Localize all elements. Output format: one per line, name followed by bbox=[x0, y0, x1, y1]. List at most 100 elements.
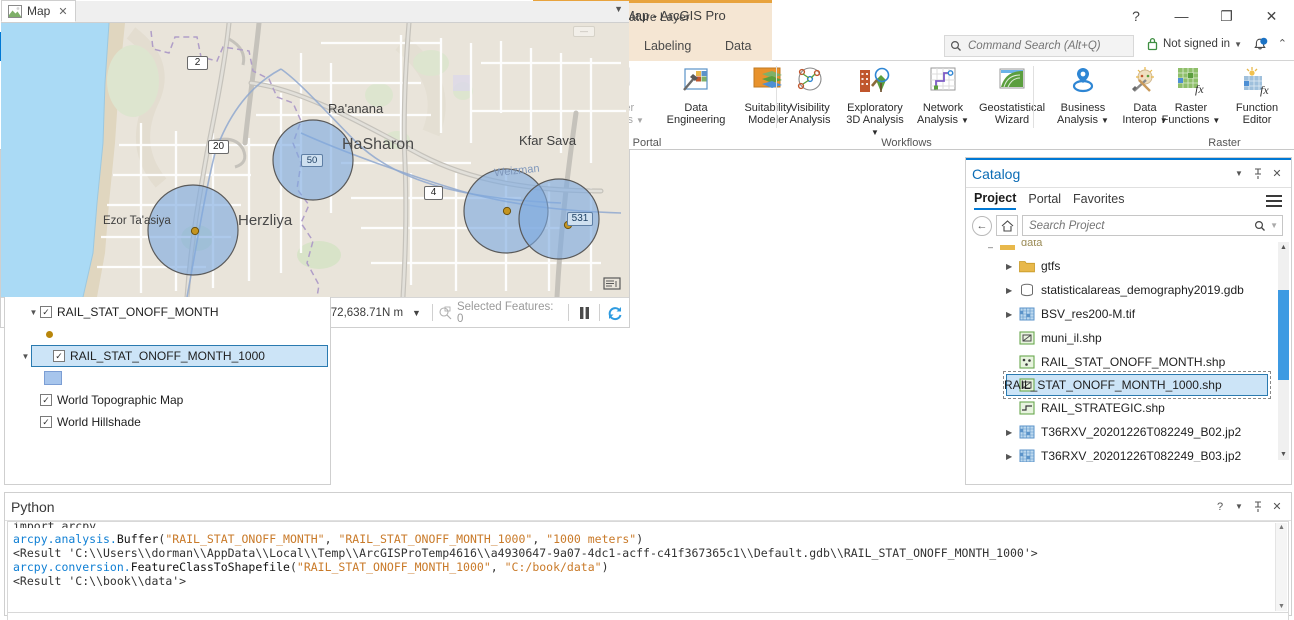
catalog-item-gtfs[interactable]: ▶ gtfs bbox=[966, 254, 1291, 278]
map-view-tab[interactable]: Map ✕ bbox=[1, 0, 76, 22]
catalog-item-label: data bbox=[1021, 240, 1042, 249]
python-scrollbar[interactable]: ▲ ▼ bbox=[1275, 523, 1287, 611]
collapse-ribbon-icon[interactable]: ⌃ bbox=[1278, 37, 1287, 50]
visibility-analysis-button[interactable]: VisibilityAnalysis bbox=[781, 63, 839, 126]
catalog-menu-icon[interactable]: ▼ bbox=[1231, 165, 1247, 183]
tab-catalog-favorites[interactable]: Favorites bbox=[1073, 192, 1124, 209]
catalog-search-dropdown-icon[interactable]: ▼ bbox=[1270, 221, 1278, 230]
expander-icon[interactable]: ▼ bbox=[19, 352, 32, 361]
layer-visibility-checkbox[interactable]: ✓ bbox=[40, 306, 52, 318]
command-search[interactable] bbox=[944, 35, 1134, 57]
scroll-up-icon[interactable]: ▲ bbox=[1278, 524, 1285, 531]
tabbar-dropdown-icon[interactable]: ▼ bbox=[614, 4, 623, 14]
raster-icon bbox=[1019, 425, 1035, 439]
python-menu-icon[interactable]: ▼ bbox=[1231, 498, 1247, 516]
catalog-pin-icon[interactable] bbox=[1250, 165, 1266, 183]
account-status-label: Not signed in bbox=[1163, 38, 1230, 50]
account-dropdown-icon[interactable]: ▼ bbox=[1234, 40, 1242, 49]
expander-icon[interactable]: ▶ bbox=[1006, 286, 1019, 295]
catalog-item-label: muni_il.shp bbox=[1041, 331, 1102, 345]
catalog-scroll-thumb[interactable] bbox=[1278, 290, 1289, 380]
map-icon bbox=[8, 5, 22, 18]
expander-icon[interactable]: ▶ bbox=[1006, 310, 1019, 319]
catalog-search-box[interactable]: ▼ bbox=[1022, 215, 1283, 236]
tree-item-world-topographic-map[interactable]: ✓ World Topographic Map bbox=[5, 389, 330, 411]
python-pane-title: Python bbox=[11, 499, 1209, 515]
visibility-analysis-icon bbox=[781, 63, 839, 99]
data-engineering-button[interactable]: DataEngineering bbox=[659, 63, 733, 126]
python-pin-icon[interactable] bbox=[1250, 498, 1266, 516]
catalog-item-t36rxv-b03[interactable]: ▶ T36RXV_20201226T082249_B03.jp2 bbox=[966, 444, 1291, 462]
python-help-icon[interactable]: ? bbox=[1212, 498, 1228, 516]
tab-catalog-project[interactable]: Project bbox=[974, 191, 1016, 210]
python-close-icon[interactable]: ✕ bbox=[1269, 498, 1285, 516]
layer-visibility-checkbox[interactable]: ✓ bbox=[40, 394, 52, 406]
close-icon[interactable]: ✕ bbox=[58, 5, 67, 18]
map-view: Map ✕ ▼ bbox=[0, 0, 630, 328]
catalog-back-icon[interactable]: ← bbox=[972, 216, 992, 236]
tab-labeling[interactable]: Labeling bbox=[631, 32, 704, 61]
catalog-pane: Catalog ▼ ✕ Project Portal Favorites ← bbox=[965, 157, 1292, 485]
visibility-analysis-label: VisibilityAnalysis bbox=[781, 102, 839, 126]
catalog-close-icon[interactable]: ✕ bbox=[1269, 165, 1285, 183]
pause-drawing-icon[interactable] bbox=[574, 303, 594, 323]
tree-item-world-hillshade[interactable]: ✓ World Hillshade bbox=[5, 411, 330, 433]
catalog-options-icon[interactable] bbox=[1265, 194, 1283, 208]
tree-item-rail-stat-onoff-month[interactable]: ▼ ✓ RAIL_STAT_ONOFF_MONTH bbox=[5, 301, 330, 323]
function-editor-button[interactable]: fx FunctionEditor bbox=[1225, 63, 1289, 126]
raster-icon bbox=[1019, 449, 1035, 462]
catalog-item-muni-il[interactable]: muni_il.shp bbox=[966, 326, 1291, 350]
catalog-home-icon[interactable] bbox=[996, 215, 1018, 236]
catalog-item-data[interactable]: – data bbox=[966, 240, 1291, 254]
python-pane-header: Python ? ▼ ✕ bbox=[5, 493, 1291, 521]
tab-catalog-portal[interactable]: Portal bbox=[1028, 192, 1061, 209]
scroll-down-icon[interactable]: ▼ bbox=[1278, 603, 1285, 610]
expander-icon[interactable]: ▶ bbox=[1006, 452, 1019, 461]
network-analysis-button[interactable]: NetworkAnalysis ▼ bbox=[912, 63, 974, 127]
tree-item-rail-stat-onoff-month-1000[interactable]: ▼ ✓ RAIL_STAT_ONOFF_MONTH_1000 bbox=[31, 345, 328, 367]
expander-icon[interactable]: ▶ bbox=[1006, 428, 1019, 437]
catalog-search-row: ← ▼ bbox=[966, 210, 1291, 240]
close-button[interactable]: ✕ bbox=[1249, 0, 1294, 32]
catalog-search-input[interactable] bbox=[1027, 219, 1254, 233]
expander-icon[interactable]: ▼ bbox=[27, 308, 40, 317]
raster-functions-button[interactable]: fx RasterFunctions ▼ bbox=[1159, 63, 1223, 127]
python-input-prompt[interactable] bbox=[7, 613, 1289, 620]
catalog-item-rail-stat-onoff-month-shp[interactable]: RAIL_STAT_ONOFF_MONTH.shp bbox=[966, 350, 1291, 374]
catalog-tree[interactable]: – data ▶ gtfs ▶ statisticalareas_demogra… bbox=[966, 240, 1291, 462]
exploratory-3d-analysis-button[interactable]: Exploratory3D Analysis ▼ bbox=[840, 63, 910, 139]
expander-icon[interactable]: – bbox=[988, 242, 1000, 252]
catalog-item-rail-stat-onoff-month-1000-shp[interactable]: RAIL_STAT_ONOFF_MONTH_1000.shp bbox=[1006, 374, 1268, 396]
layer-visibility-checkbox[interactable]: ✓ bbox=[40, 416, 52, 428]
layer-visibility-checkbox[interactable]: ✓ bbox=[53, 350, 65, 362]
catalog-item-bsv-res200[interactable]: ▶ BSV_res200-M.tif bbox=[966, 302, 1291, 326]
selected-features-label: Selected Features: 0 bbox=[457, 301, 563, 325]
account-status[interactable]: Not signed in ▼ bbox=[1146, 37, 1242, 51]
geostatistical-wizard-icon bbox=[975, 63, 1049, 99]
command-search-input[interactable] bbox=[966, 39, 1126, 53]
ribbon-group-workflows: VisibilityAnalysis Exploratory3D Analysi… bbox=[779, 61, 1034, 150]
catalog-scrollbar[interactable]: ▲ ▼ bbox=[1278, 242, 1289, 460]
station-point bbox=[191, 227, 198, 234]
map-canvas[interactable]: Ra'anana HaSharon Kfar Sava Herzliya Ezo… bbox=[1, 23, 629, 297]
search-icon[interactable] bbox=[1254, 220, 1266, 232]
tab-data[interactable]: Data bbox=[712, 32, 764, 61]
catalog-item-rail-strategic-shp[interactable]: RAIL_STRATEGIC.shp bbox=[966, 396, 1291, 420]
window-controls: — ❐ ✕ bbox=[1159, 0, 1294, 32]
python-transcript[interactable]: import arcpy arcpy.analysis.Buffer("RAIL… bbox=[7, 521, 1289, 613]
geostatistical-wizard-button[interactable]: GeostatisticalWizard bbox=[975, 63, 1049, 126]
scroll-up-icon[interactable]: ▲ bbox=[1278, 242, 1289, 253]
refresh-icon[interactable] bbox=[605, 303, 625, 323]
scroll-down-icon[interactable]: ▼ bbox=[1278, 449, 1289, 460]
python-line: <Result 'C:\\Users\\dorman\\AppData\\Loc… bbox=[8, 546, 1288, 560]
coordinates-dropdown-icon[interactable]: ▼ bbox=[412, 308, 421, 318]
catalog-item-t36rxv-b02[interactable]: ▶ T36RXV_20201226T082249_B02.jp2 bbox=[966, 420, 1291, 444]
help-icon[interactable]: ? bbox=[1118, 0, 1154, 32]
expander-icon[interactable]: ▶ bbox=[1006, 262, 1019, 271]
maximize-button[interactable]: ❐ bbox=[1204, 0, 1249, 32]
business-analysis-button[interactable]: BusinessAnalysis ▼ bbox=[1052, 63, 1114, 127]
minimize-button[interactable]: — bbox=[1159, 0, 1204, 32]
notifications-icon[interactable] bbox=[1251, 36, 1269, 54]
catalog-item-statisticalareas-gdb[interactable]: ▶ statisticalareas_demography2019.gdb bbox=[966, 278, 1291, 302]
basemap-attribution-icon[interactable] bbox=[603, 275, 621, 291]
